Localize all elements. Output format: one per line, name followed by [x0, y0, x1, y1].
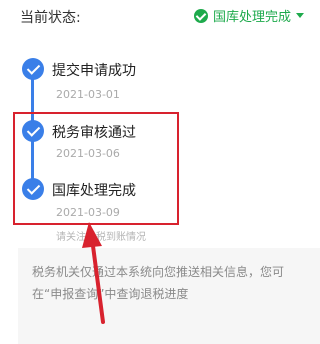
annotation-arrow-icon [82, 222, 105, 324]
